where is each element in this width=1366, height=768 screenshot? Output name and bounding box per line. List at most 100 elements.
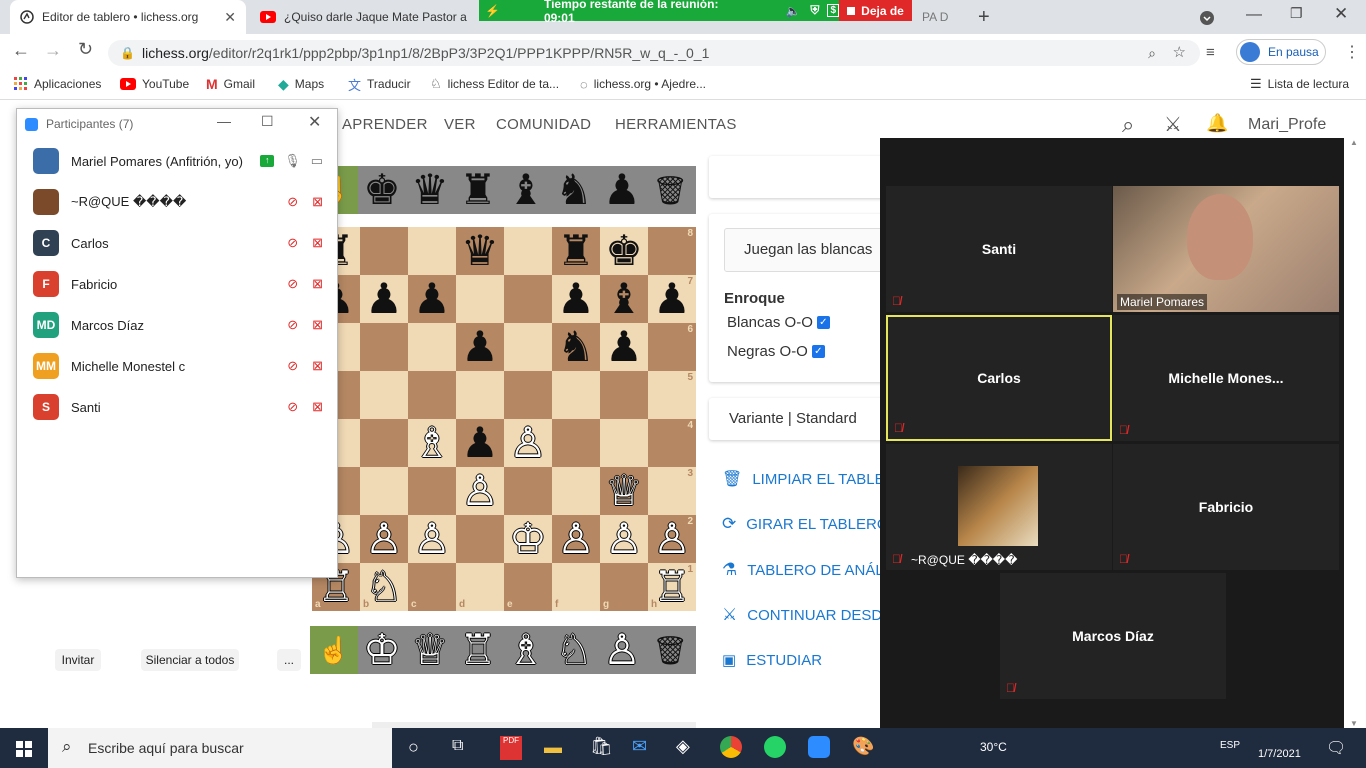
scroll-down-icon[interactable]: ▼ bbox=[1350, 719, 1358, 728]
nav-ver[interactable]: VER bbox=[444, 116, 476, 133]
board-square-b6[interactable] bbox=[360, 323, 408, 371]
white-piece[interactable]: ♙ bbox=[605, 518, 643, 560]
minimize-icon[interactable]: — bbox=[217, 113, 231, 129]
zoom-icon[interactable] bbox=[808, 736, 830, 758]
black-castle-option[interactable]: Negras O-O ✓ bbox=[727, 343, 825, 360]
board-square-f4[interactable] bbox=[552, 419, 600, 467]
participant-row[interactable]: MM Michelle Monestel c ⊘ ⊠ bbox=[33, 348, 333, 384]
camera-icon[interactable]: ▭ bbox=[311, 153, 323, 169]
tab-lichess-editor[interactable]: Editor de tablero • lichess.org ✕ bbox=[10, 0, 246, 34]
white-piece[interactable]: ♙ bbox=[509, 422, 547, 464]
board-square-h1[interactable]: ♖ 1 h bbox=[648, 563, 696, 611]
board-square-d5[interactable] bbox=[456, 371, 504, 419]
video-tile-marcos[interactable]: Marcos Díaz 🎙̸ bbox=[1000, 573, 1226, 699]
menu-icon[interactable]: ⋮ bbox=[1344, 42, 1360, 62]
board-square-b1[interactable]: ♘ b bbox=[360, 563, 408, 611]
nav-aprender[interactable]: APRENDER bbox=[342, 116, 428, 133]
bookmark-gmail[interactable]: M Gmail bbox=[206, 70, 255, 98]
white-piece[interactable]: ♖ bbox=[653, 566, 691, 608]
board-square-h8[interactable]: 8 bbox=[648, 227, 696, 275]
board-square-b5[interactable] bbox=[360, 371, 408, 419]
bookmark-lichess-editor[interactable]: ♘ lichess Editor de ta... bbox=[430, 70, 559, 98]
media-control-icon[interactable]: ≡ bbox=[1206, 44, 1215, 61]
white-castle-checkbox[interactable]: ✓ bbox=[816, 316, 830, 329]
tab-youtube[interactable]: ¿Quiso darle Jaque Mate Pastor a bbox=[250, 0, 478, 34]
white-piece[interactable]: ♙ bbox=[413, 518, 451, 560]
board-square-b7[interactable]: ♟ bbox=[360, 275, 408, 323]
spare-white-king[interactable]: ♔ bbox=[358, 626, 406, 674]
spare-white-bishop[interactable]: ♗ bbox=[502, 626, 550, 674]
participant-row[interactable]: F Fabricio ⊘ ⊠ bbox=[33, 266, 333, 302]
board-square-g1[interactable]: g bbox=[600, 563, 648, 611]
nav-comunidad[interactable]: COMUNIDAD bbox=[496, 116, 591, 133]
spare-white-knight[interactable]: ♘ bbox=[550, 626, 598, 674]
board-square-e8[interactable] bbox=[504, 227, 552, 275]
white-piece[interactable]: ♗ bbox=[413, 422, 451, 464]
spare-black-bishop[interactable]: ♝ bbox=[502, 166, 550, 214]
date[interactable]: 1/7/2021 bbox=[1258, 748, 1301, 760]
board-square-g5[interactable] bbox=[600, 371, 648, 419]
reading-list[interactable]: ☰ Lista de lectura bbox=[1250, 70, 1349, 98]
mic-icon[interactable]: 🎙 bbox=[284, 153, 301, 169]
video-tile-michelle[interactable]: Michelle Mones... 🎙̸ bbox=[1113, 315, 1339, 441]
app-icon[interactable]: ◈ bbox=[676, 736, 690, 757]
white-piece[interactable]: ♔ bbox=[509, 518, 547, 560]
board-square-h3[interactable]: 3 bbox=[648, 467, 696, 515]
participant-row[interactable]: MD Marcos Díaz ⊘ ⊠ bbox=[33, 307, 333, 343]
board-square-e6[interactable] bbox=[504, 323, 552, 371]
notifications-icon[interactable]: 🗨 bbox=[1326, 738, 1346, 758]
board-square-e1[interactable]: e bbox=[504, 563, 552, 611]
paint-icon[interactable]: 🎨 bbox=[852, 736, 874, 757]
white-castle-option[interactable]: Blancas O-O ✓ bbox=[727, 314, 830, 331]
file-explorer-icon[interactable]: ▬ bbox=[544, 737, 562, 758]
camera-off-icon[interactable]: ⊠ bbox=[312, 358, 323, 374]
page-scrollbar[interactable]: ▲ ▼ bbox=[1344, 138, 1366, 728]
board-square-h5[interactable]: 5 bbox=[648, 371, 696, 419]
board-square-g7[interactable]: ♝ bbox=[600, 275, 648, 323]
url-field[interactable]: 🔒 lichess.org/editor/r2q1rk1/ppp2pbp/3p1… bbox=[108, 40, 1200, 66]
participant-row[interactable]: ~R@QUE ���� ⊘ ⊠ bbox=[33, 184, 333, 220]
spare-black-knight[interactable]: ♞ bbox=[550, 166, 598, 214]
muted-mic-icon[interactable]: ⊘ bbox=[287, 276, 298, 292]
board-square-c1[interactable]: c bbox=[408, 563, 456, 611]
board-square-d7[interactable] bbox=[456, 275, 504, 323]
study-action[interactable]: ▣ ESTUDIAR bbox=[722, 651, 822, 670]
board-square-b8[interactable] bbox=[360, 227, 408, 275]
forward-icon[interactable]: → bbox=[44, 40, 62, 61]
board-square-d4[interactable]: ♟ bbox=[456, 419, 504, 467]
black-piece[interactable]: ♟ bbox=[461, 422, 499, 464]
back-icon[interactable]: ← bbox=[12, 40, 30, 61]
board-square-d3[interactable]: ♙ bbox=[456, 467, 504, 515]
board-square-h7[interactable]: ♟ 7 bbox=[648, 275, 696, 323]
board-square-d8[interactable]: ♛ bbox=[456, 227, 504, 275]
spare-white-pawn[interactable]: ♙ bbox=[598, 626, 646, 674]
video-tile-fabricio[interactable]: Fabricio 🎙̸ bbox=[1113, 444, 1339, 570]
store-icon[interactable]: 🛍 bbox=[590, 736, 613, 757]
white-piece[interactable]: ♕ bbox=[605, 470, 643, 512]
pdf-reader-icon[interactable]: PDF bbox=[500, 736, 522, 760]
chessboard[interactable]: ♜♛♜♚8♟♟♟♟♝♟7♟♞♟65♗♟♙4♙♕3♙♙♙♔♙♙♙2♖a♘bcdef… bbox=[312, 227, 696, 611]
muted-mic-icon[interactable]: ⊘ bbox=[287, 358, 298, 374]
board-square-e3[interactable] bbox=[504, 467, 552, 515]
white-piece[interactable]: ♙ bbox=[365, 518, 403, 560]
chrome-icon[interactable] bbox=[720, 736, 742, 758]
board-square-e4[interactable]: ♙ bbox=[504, 419, 552, 467]
board-square-c3[interactable] bbox=[408, 467, 456, 515]
whatsapp-icon[interactable] bbox=[764, 736, 786, 758]
variant-select[interactable]: Variante | Standard bbox=[709, 398, 909, 440]
more-button[interactable]: ... bbox=[277, 649, 301, 671]
board-square-e5[interactable] bbox=[504, 371, 552, 419]
black-piece[interactable]: ♟ bbox=[365, 278, 403, 320]
white-piece[interactable]: ♙ bbox=[461, 470, 499, 512]
black-piece[interactable]: ♛ bbox=[461, 230, 499, 272]
tab-third[interactable]: PA D bbox=[912, 0, 964, 34]
board-square-h4[interactable]: 4 bbox=[648, 419, 696, 467]
black-castle-checkbox[interactable]: ✓ bbox=[811, 345, 825, 358]
nav-herramientas[interactable]: HERRAMIENTAS bbox=[615, 116, 737, 133]
camera-off-icon[interactable]: ⊠ bbox=[312, 235, 323, 251]
black-piece[interactable]: ♜ bbox=[557, 230, 595, 272]
camera-off-icon[interactable]: ⊠ bbox=[312, 317, 323, 333]
muted-mic-icon[interactable]: ⊘ bbox=[287, 235, 298, 251]
black-piece[interactable]: ♝ bbox=[605, 278, 643, 320]
minimize-icon[interactable]: — bbox=[1246, 6, 1262, 24]
